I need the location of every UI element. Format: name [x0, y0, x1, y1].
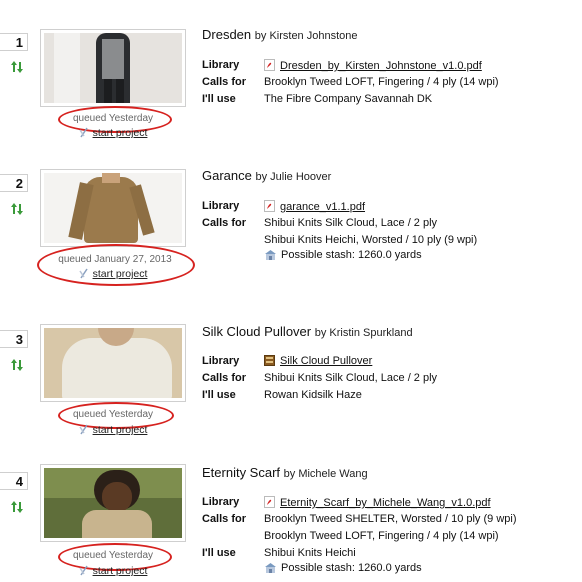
- rank-number: 4: [0, 472, 28, 490]
- designer-link[interactable]: by Julie Hoover: [256, 171, 332, 183]
- calls-for-label: Calls for: [202, 76, 247, 88]
- library-label: Library: [202, 496, 240, 508]
- reorder-arrows-icon[interactable]: [10, 60, 24, 74]
- calls-for-yarn[interactable]: Shibui Knits Silk Cloud, Lace / 2 ply: [264, 217, 437, 229]
- rank-number: 3: [0, 330, 28, 348]
- pattern-thumbnail[interactable]: [40, 464, 186, 542]
- library-value[interactable]: Eternity_Scarf_by_Michele_Wang_v1.0.pdf: [264, 496, 491, 509]
- reorder-arrows-icon[interactable]: [10, 500, 24, 514]
- pattern-name-link[interactable]: Silk Cloud Pullover: [202, 324, 311, 339]
- pattern-name-link[interactable]: Dresden: [202, 27, 251, 42]
- rank-number: 1: [0, 33, 28, 51]
- yarn-needle-icon: [78, 127, 88, 138]
- pattern-thumbnail[interactable]: [40, 169, 186, 247]
- designer-link[interactable]: by Kristin Spurkland: [315, 327, 413, 339]
- library-label: Library: [202, 59, 240, 71]
- start-project-link[interactable]: start project: [40, 424, 186, 436]
- calls-for-yarn[interactable]: Brooklyn Tweed LOFT, Fingering / 4 ply (…: [264, 530, 499, 542]
- start-project-link[interactable]: start project: [40, 268, 186, 280]
- yarn-needle-icon: [78, 424, 88, 435]
- designer-link[interactable]: by Kirsten Johnstone: [255, 30, 358, 42]
- reorder-arrows-icon[interactable]: [10, 202, 24, 216]
- book-icon: [264, 355, 275, 366]
- pdf-icon: [264, 200, 275, 212]
- pattern-title: Garance by Julie Hoover: [202, 168, 331, 183]
- reorder-arrows-icon[interactable]: [10, 358, 24, 372]
- calls-for-label: Calls for: [202, 217, 247, 229]
- queue-entry-2: 2 queued January 27, 2013 start project …: [0, 146, 582, 286]
- possible-stash[interactable]: Possible stash: 1260.0 yards: [264, 249, 422, 261]
- library-value[interactable]: Silk Cloud Pullover: [264, 355, 372, 367]
- pattern-title: Eternity Scarf by Michele Wang: [202, 465, 368, 480]
- pattern-thumbnail[interactable]: [40, 29, 186, 107]
- calls-for-yarn[interactable]: Shibui Knits Silk Cloud, Lace / 2 ply: [264, 372, 437, 384]
- ill-use-yarn[interactable]: The Fibre Company Savannah DK: [264, 93, 432, 105]
- library-label: Library: [202, 200, 240, 212]
- calls-for-yarn[interactable]: Brooklyn Tweed SHELTER, Worsted / 10 ply…: [264, 513, 517, 525]
- pdf-icon: [264, 59, 275, 71]
- stash-icon: [265, 250, 276, 260]
- pattern-name-link[interactable]: Garance: [202, 168, 252, 183]
- pattern-thumbnail[interactable]: [40, 324, 186, 402]
- ill-use-label: I'll use: [202, 547, 236, 559]
- designer-link[interactable]: by Michele Wang: [284, 468, 368, 480]
- pattern-name-link[interactable]: Eternity Scarf: [202, 465, 280, 480]
- queue-entry-3: 3 queued Yesterday start project Silk Cl…: [0, 300, 582, 440]
- ill-use-label: I'll use: [202, 93, 236, 105]
- ill-use-label: I'll use: [202, 389, 236, 401]
- library-value[interactable]: garance_v1.1.pdf: [264, 200, 365, 213]
- calls-for-label: Calls for: [202, 513, 247, 525]
- ill-use-yarn[interactable]: Shibui Knits Heichi: [264, 547, 356, 559]
- queue-entry-4: 4 queued Yesterday start project Eternit…: [0, 440, 582, 580]
- calls-for-yarn[interactable]: Brooklyn Tweed LOFT, Fingering / 4 ply (…: [264, 76, 499, 88]
- start-project-link[interactable]: start project: [40, 127, 186, 139]
- start-project-link[interactable]: start project: [40, 565, 186, 577]
- pattern-title: Dresden by Kirsten Johnstone: [202, 27, 358, 42]
- possible-stash[interactable]: Possible stash: 1260.0 yards: [264, 562, 422, 574]
- rank-number: 2: [0, 174, 28, 192]
- ill-use-yarn[interactable]: Rowan Kidsilk Haze: [264, 389, 362, 401]
- yarn-needle-icon: [78, 268, 88, 279]
- stash-icon: [265, 563, 276, 573]
- pdf-icon: [264, 496, 275, 508]
- calls-for-label: Calls for: [202, 372, 247, 384]
- library-value[interactable]: Dresden_by_Kirsten_Johnstone_v1.0.pdf: [264, 59, 482, 72]
- yarn-needle-icon: [78, 565, 88, 576]
- queue-entry-1: 1 queued Yesterday start project Dresden…: [0, 0, 582, 140]
- pattern-title: Silk Cloud Pullover by Kristin Spurkland: [202, 324, 413, 339]
- library-label: Library: [202, 355, 240, 367]
- calls-for-yarn[interactable]: Shibui Knits Heichi, Worsted / 10 ply (9…: [264, 234, 477, 246]
